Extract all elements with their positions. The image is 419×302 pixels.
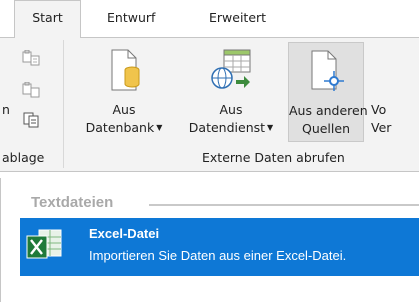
partial-button-label-2: Ver [371,120,392,135]
partial-button-label-1: Vo [371,102,387,117]
paste-special-icon[interactable] [22,82,40,98]
from-other-sources-button[interactable]: Aus anderen Quellen [288,42,368,142]
group-separator [63,40,64,168]
from-database-label-2: Datenbank ▼ [85,120,163,135]
ribbon: n ablage Aus Datenbank ▼ Aus Datendienst… [0,37,419,202]
from-database-button[interactable]: Aus Datenbank ▼ [72,42,176,142]
from-other-sources-label-2: Quellen [301,121,350,136]
partial-button[interactable]: Vo Ver [368,42,419,142]
external-data-group-label: Externe Daten abrufen [202,150,345,165]
ribbon-tab-row: Start Entwurf Erweitert [0,0,419,38]
database-document-icon [111,49,140,91]
tab-erweitert[interactable]: Erweitert [209,10,266,25]
from-data-service-button[interactable]: Aus Datendienst ▼ [178,42,284,142]
data-service-icon [211,49,251,89]
excel-file-icon [26,229,62,259]
data-source-panel: Textdateien Excel-Datei Importieren Sie … [0,178,419,302]
clipboard-group-label: ablage [2,150,45,165]
from-data-service-label-1: Aus [219,102,243,117]
paste-icon[interactable] [22,50,40,66]
chevron-down-icon[interactable]: ▼ [267,123,273,132]
chevron-down-icon[interactable]: ▼ [156,123,162,132]
list-item-excel-file[interactable]: Excel-Datei Importieren Sie Daten aus ei… [20,218,419,276]
tab-entwurf[interactable]: Entwurf [107,10,155,25]
item-description: Importieren Sie Daten aus einer Excel-Da… [89,248,347,263]
clipboard-partial-text: n [2,102,10,117]
from-database-label-1: Aus [112,102,136,117]
from-other-sources-label-1: Aus anderen [289,103,368,118]
other-sources-icon [311,50,344,91]
copy-icon[interactable] [22,112,40,128]
item-title: Excel-Datei [89,226,160,241]
section-title: Textdateien [31,194,114,211]
from-data-service-label-2: Datendienst ▼ [188,120,274,135]
section-divider [149,204,419,206]
tab-start[interactable]: Start [14,0,81,38]
